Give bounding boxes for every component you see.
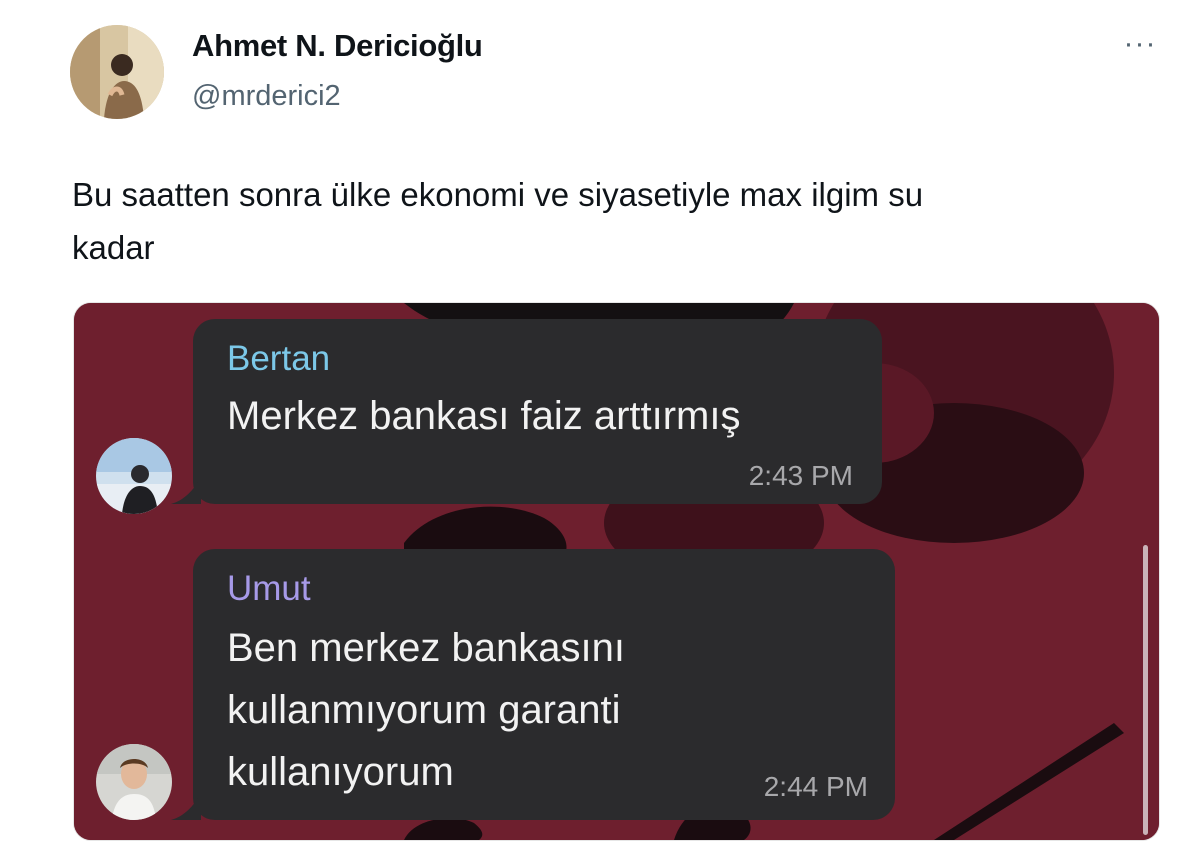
message-line: kullanmıyorum garanti bbox=[227, 688, 621, 732]
more-horizontal-icon: ··· bbox=[1123, 27, 1157, 60]
tweet-media-image[interactable]: Bertan Merkez bankası faiz arttırmış 2:4… bbox=[73, 302, 1160, 841]
tweet-text-line-2: kadar bbox=[72, 229, 155, 266]
tweet-text-line-1: Bu saatten sonra ülke ekonomi ve siyaset… bbox=[72, 176, 924, 213]
avatar-image bbox=[96, 744, 172, 820]
message-sender[interactable]: Bertan bbox=[227, 339, 330, 379]
author-name[interactable]: Ahmet N. Dericioğlu bbox=[192, 28, 483, 64]
more-options-button[interactable]: ··· bbox=[1112, 29, 1168, 64]
tweet-text: Bu saatten sonra ülke ekonomi ve siyaset… bbox=[72, 168, 1132, 274]
message-timestamp: 2:44 PM bbox=[763, 771, 868, 802]
bubble-tail bbox=[171, 478, 201, 504]
chat-scrollbar[interactable] bbox=[1143, 545, 1148, 835]
message-sender[interactable]: Umut bbox=[227, 569, 311, 609]
message-bubble-1[interactable]: Bertan Merkez bankası faiz arttırmış 2:4… bbox=[171, 319, 882, 504]
sender-avatar-bertan[interactable] bbox=[96, 438, 172, 514]
message-line: Merkez bankası faiz arttırmış bbox=[227, 394, 741, 438]
bubble-tail bbox=[171, 794, 201, 820]
sender-avatar-umut[interactable] bbox=[96, 744, 172, 820]
author-avatar[interactable] bbox=[70, 25, 164, 119]
message-text: Merkez bankası faiz arttırmış bbox=[227, 385, 867, 447]
author-handle[interactable]: @mrderici2 bbox=[192, 80, 341, 113]
message-bubble-2[interactable]: Umut Ben merkez bankasını kullanmıyorum … bbox=[171, 549, 895, 820]
message-line: Ben merkez bankasını bbox=[227, 626, 625, 670]
message-timestamp: 2:43 PM bbox=[748, 460, 853, 491]
author-avatar-image bbox=[70, 25, 164, 119]
avatar-image bbox=[96, 438, 172, 514]
